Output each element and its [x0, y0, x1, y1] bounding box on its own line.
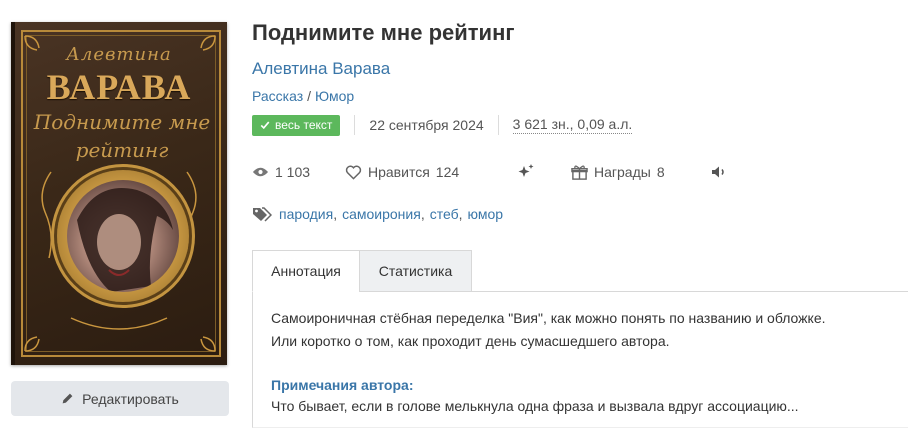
- tags-row: пародия, самоирония, стеб, юмор: [252, 206, 503, 222]
- annotation-line: Самоироничная стёбная переделка "Вия", к…: [271, 310, 826, 326]
- annotation-line: Или коротко о том, как проходит день сум…: [271, 333, 670, 349]
- book-cover[interactable]: Алевтина ВАРАВА Поднимите мне рейтинг: [11, 22, 227, 365]
- tab-annotation[interactable]: Аннотация: [252, 250, 360, 292]
- likes-label: Нравится: [368, 164, 430, 180]
- gift-icon: [571, 165, 588, 180]
- views-count: 1 103: [275, 164, 311, 180]
- listen-button[interactable]: [711, 165, 727, 179]
- page-title: Поднимите мне рейтинг: [252, 20, 515, 45]
- awards-button[interactable]: Награды 8: [571, 164, 711, 181]
- speaker-icon: [712, 166, 724, 178]
- like-button[interactable]: Нравится 124: [345, 164, 517, 180]
- awards-count: 8: [656, 164, 665, 180]
- awards-label: Награды: [594, 164, 651, 180]
- genre-breadcrumb: Рассказ / Юмор: [252, 88, 354, 104]
- edit-button[interactable]: Редактировать: [11, 381, 229, 416]
- divider: [497, 115, 499, 135]
- edit-button-label: Редактировать: [82, 390, 179, 407]
- likes-count: 124: [435, 164, 460, 180]
- tag-link[interactable]: стеб: [430, 206, 459, 222]
- text-size[interactable]: 3 621 зн., 0,09 а.л.: [512, 116, 633, 134]
- sparkle-button[interactable]: [517, 163, 571, 181]
- cover-medallion: [57, 170, 189, 302]
- genre-link-humor[interactable]: Юмор: [315, 88, 354, 104]
- publish-date: 22 сентября 2024: [369, 117, 484, 133]
- heart-icon: [345, 165, 362, 180]
- author-notes-text: Что бывает, если в голове мелькнула одна…: [271, 398, 799, 414]
- meta-row: весь текст 22 сентября 2024 3 621 зн., 0…: [252, 114, 633, 136]
- cover-portrait: [67, 180, 179, 292]
- sparkle-icon: [518, 164, 534, 177]
- cover-author-script: Алевтина: [66, 44, 172, 65]
- cover-title-script: Поднимите мне рейтинг: [33, 110, 211, 162]
- tag-link[interactable]: самоирония: [342, 206, 421, 222]
- annotation-panel: Самоироничная стёбная переделка "Вия", к…: [252, 292, 908, 428]
- genre-separator: /: [307, 88, 312, 104]
- cover-author: ВАРАВА: [46, 67, 192, 107]
- tab-bar: Аннотация Статистика: [252, 250, 908, 292]
- tag-link[interactable]: пародия: [279, 206, 333, 222]
- tag-link[interactable]: юмор: [468, 206, 504, 222]
- views-stat: 1 103: [252, 164, 345, 180]
- tags-icon: [253, 207, 272, 222]
- genre-link-story[interactable]: Рассказ: [252, 88, 303, 104]
- author-notes-title: Примечания автора:: [271, 377, 414, 393]
- cover-art: Алевтина ВАРАВА Поднимите мне рейтинг: [11, 22, 227, 365]
- divider: [354, 115, 356, 135]
- author-link[interactable]: Алевтина Варава: [252, 59, 390, 79]
- stats-row: 1 103 Нравится 124 Награды 8: [252, 160, 727, 184]
- full-text-badge: весь текст: [252, 114, 341, 136]
- pencil-icon: [62, 393, 73, 404]
- eye-icon: [252, 167, 269, 177]
- badge-label: весь текст: [275, 118, 333, 132]
- tab-statistics[interactable]: Статистика: [359, 250, 472, 292]
- check-icon: [260, 121, 270, 130]
